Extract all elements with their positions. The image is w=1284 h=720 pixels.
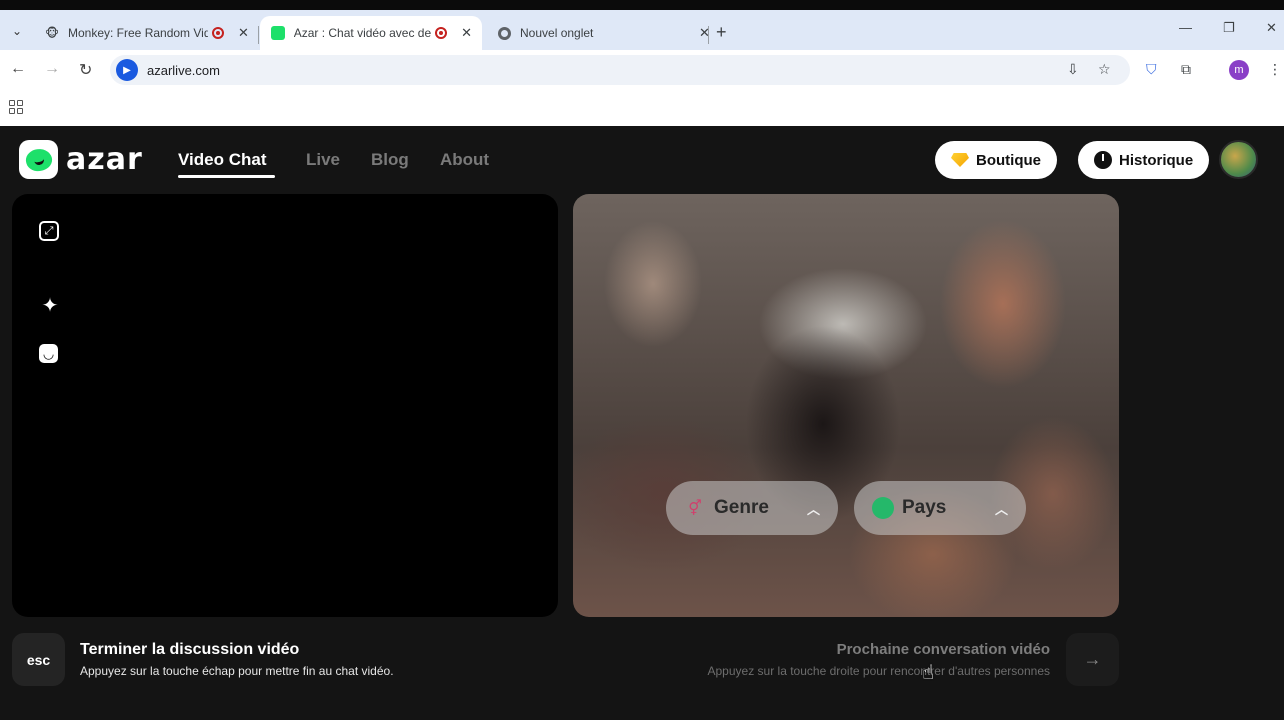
tab-monkey[interactable]: 🐵 Monkey: Free Random Vide ✕ <box>34 16 259 50</box>
chevron-up-icon: ︿ <box>806 501 820 517</box>
chevron-up-icon: ︿ <box>994 501 1008 517</box>
window-close-icon[interactable]: ✕ <box>1266 20 1277 36</box>
site-video-icon[interactable]: ▶ <box>116 59 138 81</box>
remote-video-panel: ⚥ Genre ︿ Pays ︿ <box>573 194 1119 617</box>
gender-icon: ⚥ <box>688 500 702 517</box>
country-filter-button[interactable]: Pays ︿ <box>854 481 1026 535</box>
address-bar[interactable]: ▶ azarlive.com <box>110 55 1130 85</box>
chrome-icon <box>496 25 512 41</box>
nav-blog[interactable]: Blog <box>371 150 409 170</box>
nav-video-chat[interactable]: Video Chat <box>178 150 266 170</box>
logo-text[interactable]: azar <box>66 142 143 177</box>
tab-separator <box>708 26 709 44</box>
nav-live[interactable]: Live <box>306 150 340 170</box>
tab-azar[interactable]: Azar : Chat vidéo avec de n ✕ <box>260 16 482 50</box>
screen-top-bar <box>0 0 1284 10</box>
recording-indicator-icon <box>212 27 224 39</box>
azar-logo-icon[interactable] <box>19 140 58 179</box>
tab-strip: ⌄ 🐵 Monkey: Free Random Vide ✕ Azar : Ch… <box>0 10 1284 50</box>
next-chat-subtitle: Appuyez sur la touche droite pour rencon… <box>707 664 1051 678</box>
monkey-favicon-icon: 🐵 <box>45 26 59 40</box>
extensions-puzzle-icon[interactable]: ⧉ <box>1181 61 1191 78</box>
user-avatar[interactable] <box>1219 140 1258 179</box>
new-tab-button[interactable]: + <box>716 22 727 43</box>
shop-label: Boutique <box>976 151 1041 169</box>
menu-kebab-icon[interactable]: ⋮ <box>1268 61 1282 78</box>
reload-icon[interactable]: ↻ <box>79 60 92 80</box>
arrow-right-icon: → <box>1083 649 1102 669</box>
forward-icon[interactable]: → <box>44 60 60 78</box>
end-chat-title: Terminer la discussion vidéo <box>80 641 300 658</box>
gender-filter-label: Genre <box>714 497 769 518</box>
face-filter-icon[interactable]: ◡ <box>39 344 58 363</box>
recording-indicator-icon <box>435 27 448 39</box>
tab-title: Monkey: Free Random Vide <box>68 26 208 40</box>
gender-filter-button[interactable]: ⚥ Genre ︿ <box>666 481 838 535</box>
tab-close-icon[interactable]: ✕ <box>238 25 249 41</box>
next-arrow-button[interactable]: → <box>1066 633 1119 686</box>
end-chat-subtitle: Appuyez sur la touche échap pour mettre … <box>80 664 394 678</box>
site-header: azar Video Chat Live Blog About Boutique… <box>0 126 1284 194</box>
fullscreen-icon[interactable]: ⤢ <box>39 221 59 241</box>
nav-active-underline <box>178 175 275 178</box>
install-app-icon[interactable]: ⇩ <box>1067 61 1079 78</box>
history-label: Historique <box>1119 151 1194 169</box>
bookmark-star-icon[interactable]: ☆ <box>1098 61 1111 78</box>
azar-page: azar Video Chat Live Blog About Boutique… <box>0 126 1284 720</box>
clock-icon <box>1094 151 1112 169</box>
apps-grid-icon[interactable] <box>9 100 23 114</box>
tab-close-icon[interactable]: ✕ <box>461 25 472 41</box>
tab-title: Azar : Chat vidéo avec de n <box>293 26 432 40</box>
restore-icon[interactable]: ❐ <box>1223 20 1235 36</box>
gem-icon <box>951 153 969 167</box>
next-chat-title: Prochaine conversation vidéo <box>836 641 1050 658</box>
globe-icon <box>872 497 894 519</box>
browser-chrome: ⌄ 🐵 Monkey: Free Random Vide ✕ Azar : Ch… <box>0 10 1284 126</box>
back-icon[interactable]: ← <box>10 60 26 78</box>
tab-search-button[interactable]: ⌄ <box>6 20 28 42</box>
self-video-panel: ⤢ ✦ ◡ <box>12 194 558 617</box>
shield-extension-icon[interactable]: ⛉ <box>1146 61 1157 78</box>
bookmarks-bar <box>0 90 1284 126</box>
profile-avatar[interactable]: m <box>1229 60 1249 80</box>
effects-sparkle-icon[interactable]: ✦ <box>39 294 61 317</box>
tab-separator <box>258 26 259 44</box>
history-button[interactable]: Historique <box>1078 141 1210 179</box>
tab-title: Nouvel onglet <box>520 26 594 40</box>
nav-about[interactable]: About <box>440 150 489 170</box>
shop-button[interactable]: Boutique <box>935 141 1057 179</box>
browser-toolbar: ← → ↻ ▶ azarlive.com ⇩ ☆ ⛉ ⧉ ⋮ <box>0 50 1284 90</box>
hand-cursor-icon: ☝ <box>922 662 935 684</box>
tab-new-tab[interactable]: Nouvel onglet ✕ <box>486 16 720 50</box>
country-filter-label: Pays <box>902 497 947 518</box>
azar-favicon-icon <box>270 25 286 41</box>
esc-key-button[interactable]: esc <box>12 633 65 686</box>
url-text[interactable]: azarlive.com <box>147 63 220 78</box>
minimize-icon[interactable]: — <box>1179 20 1192 35</box>
